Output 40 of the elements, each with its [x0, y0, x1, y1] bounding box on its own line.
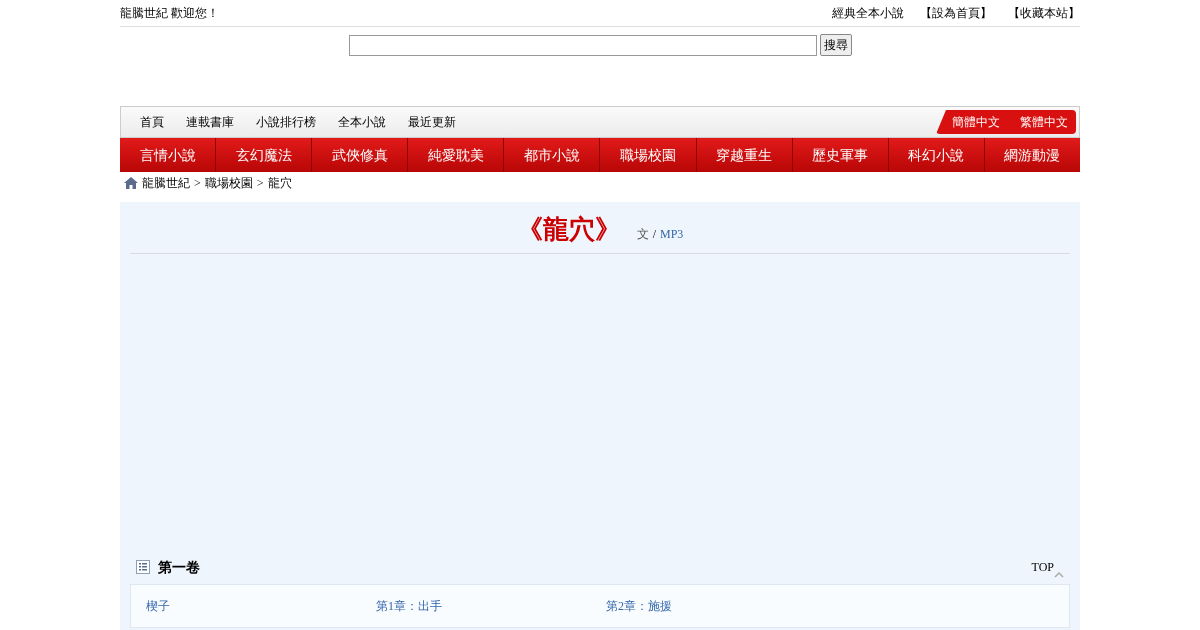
text-label: 文 — [636, 226, 649, 243]
top-link[interactable]: 【收藏本站】 — [1008, 4, 1080, 22]
chapter-link[interactable]: 第2章：施援 — [606, 597, 836, 615]
top-link[interactable]: 經典全本小說 — [832, 4, 904, 22]
mp3-link[interactable]: MP3 — [660, 225, 684, 243]
book-title: 《龍穴》 — [516, 217, 621, 243]
caret-up-icon[interactable] — [1054, 571, 1064, 578]
search-button[interactable]: 搜尋 — [819, 34, 852, 56]
separator-text: / — [652, 226, 656, 243]
nav-link[interactable]: 連載書庫 — [175, 113, 245, 131]
nav-link[interactable]: 全本小說 — [327, 113, 397, 131]
nav-link[interactable]: 小說排行榜 — [245, 113, 327, 131]
nav-link[interactable]: 首頁 — [129, 113, 175, 131]
category-tab[interactable]: 都市小說 — [504, 138, 601, 172]
top-link[interactable]: 【設為首頁】 — [920, 4, 992, 22]
chapter-link[interactable]: 楔子 — [146, 597, 376, 615]
breadcrumb-separator: > — [194, 175, 201, 192]
volume-title: 第一卷 — [158, 558, 200, 577]
breadcrumb-separator: > — [256, 175, 264, 192]
list-icon — [136, 560, 150, 574]
category-tab[interactable]: 科幻小說 — [888, 138, 985, 172]
welcome-text: 龍騰世紀 歡迎您！ — [120, 5, 219, 22]
category-tab[interactable]: 純愛耽美 — [408, 138, 505, 172]
category-tab[interactable]: 玄幻魔法 — [216, 138, 313, 172]
category-tab[interactable]: 職場校園 — [600, 138, 697, 172]
breadcrumb-link[interactable]: 職場校園 — [204, 174, 253, 192]
category-tab[interactable]: 穿越重生 — [696, 138, 793, 172]
category-tab[interactable]: 言情小說 — [120, 138, 217, 172]
search-field[interactable] — [348, 34, 817, 56]
breadcrumb-current: 龍穴 — [267, 175, 292, 192]
top-link[interactable]: TOP — [1031, 558, 1054, 576]
language-link[interactable]: 繁體中文 — [1020, 113, 1068, 131]
breadcrumb-link[interactable]: 龍騰世紀 — [142, 174, 190, 192]
chapter-link[interactable]: 第1章：出手 — [376, 597, 606, 615]
language-link[interactable]: 簡體中文 — [952, 113, 1000, 131]
nav-link[interactable]: 最近更新 — [397, 113, 467, 131]
home-icon[interactable] — [124, 177, 138, 189]
category-tab[interactable]: 歷史軍事 — [792, 138, 889, 172]
category-tab[interactable]: 網游動漫 — [984, 138, 1080, 172]
category-tab[interactable]: 武俠修真 — [312, 138, 409, 172]
